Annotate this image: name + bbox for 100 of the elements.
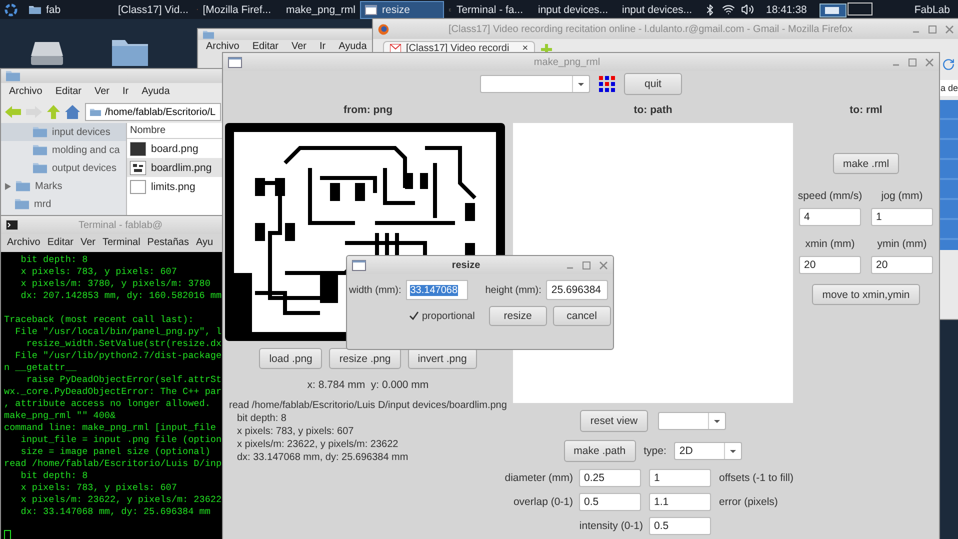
- user-name: FabLab: [914, 4, 950, 16]
- parameter-field[interactable]: 1: [649, 469, 711, 487]
- window-controls-icon: [892, 58, 934, 66]
- proportional-checkbox[interactable]: proportional: [409, 310, 475, 322]
- menu-item[interactable]: Editar: [252, 41, 278, 53]
- folder-icon[interactable]: [112, 38, 148, 66]
- parameter-label: jog (mm): [881, 190, 923, 202]
- menu-item[interactable]: Ir: [122, 86, 129, 98]
- reset-view-button[interactable]: reset view: [580, 410, 648, 432]
- menu-item[interactable]: Archivo: [9, 86, 42, 98]
- taskbar-button[interactable]: input devices...: [612, 0, 696, 18]
- png-button[interactable]: resize .png: [329, 348, 401, 369]
- parameter-field[interactable]: 1.1: [649, 493, 711, 511]
- dialog-title: resize: [450, 260, 482, 270]
- sidebar-item[interactable]: molding and ca: [1, 141, 126, 159]
- terminal-line: command line: make_png_rml [input_file: [4, 422, 218, 434]
- column-heading: to: path: [634, 103, 672, 118]
- terminal-line: Traceback (most recent call last):: [4, 314, 195, 326]
- png-button[interactable]: load .png: [259, 348, 322, 369]
- parameter-field[interactable]: 20: [871, 256, 933, 274]
- taskbar-button[interactable]: make_png_rml: [276, 0, 360, 18]
- sidebar-item[interactable]: mrd: [1, 195, 126, 213]
- parameter-field[interactable]: 1: [871, 208, 933, 226]
- info-text: dx: 33.147068 mm, dy: 25.696384 mm: [236, 451, 410, 464]
- volume-icon[interactable]: [741, 3, 754, 16]
- terminal-line: input_file = input .png file (option: [20, 434, 223, 446]
- window-title: make_png_rml: [532, 56, 602, 68]
- app-menu-icon[interactable]: [2, 2, 20, 16]
- parameter-field[interactable]: 0.5: [649, 517, 711, 535]
- menu-item[interactable]: Editar: [55, 86, 82, 98]
- checkmark-icon: [409, 311, 419, 321]
- taskbar-button[interactable]: input devices...: [528, 0, 612, 18]
- home-icon[interactable]: [65, 105, 80, 119]
- field-label: height (mm):: [485, 284, 542, 296]
- width-field[interactable]: 33.147068: [406, 280, 468, 300]
- folder-icon: [33, 162, 47, 174]
- field-label: width (mm):: [349, 284, 402, 296]
- folder-icon: [203, 30, 214, 39]
- sidebar-item[interactable]: output devices: [1, 159, 126, 177]
- png-button[interactable]: invert .png: [408, 348, 477, 369]
- terminal-line: make_png_rml "" 400&: [4, 410, 117, 422]
- parameter-field[interactable]: 4: [799, 208, 861, 226]
- taskbar-button[interactable]: [Class17] Vid...: [108, 0, 192, 18]
- menu-item[interactable]: Editar: [47, 237, 74, 249]
- workspace-switcher-icon[interactable]: [818, 2, 875, 18]
- menu-item[interactable]: Ver: [80, 237, 96, 249]
- parameter-label: xmin (mm): [805, 238, 855, 250]
- path-field[interactable]: /home/fablab/Escritorio/L: [85, 103, 221, 121]
- menu-item[interactable]: Ver: [94, 86, 110, 98]
- format-dropdown[interactable]: [480, 75, 590, 93]
- sidebar-item[interactable]: Marks: [1, 177, 126, 195]
- file-row[interactable]: boardlim.png: [127, 158, 225, 177]
- parameter-field[interactable]: 0.5: [579, 493, 641, 511]
- dot-grid-icon[interactable]: [598, 75, 616, 93]
- menu-item[interactable]: Ir: [320, 41, 326, 53]
- info-text: x pixels/m: 23622, y pixels/m: 23622: [236, 438, 400, 451]
- terminal-line: dx: 33.147068 mm, dy: 25.696384 mm: [20, 506, 212, 518]
- terminal-line: size = image panel size (optional): [20, 446, 212, 458]
- image-thumbnail: [130, 160, 146, 174]
- view-dropdown[interactable]: [658, 412, 726, 430]
- reload-icon[interactable]: [942, 58, 955, 71]
- terminal-line: wx._core.PyDeadObjectError: The C++ par: [4, 386, 223, 398]
- dialog-button[interactable]: cancel: [552, 306, 611, 326]
- make-path-button[interactable]: make .path: [564, 440, 636, 462]
- taskbar-button[interactable]: fab: [24, 0, 108, 18]
- window-controls-icon: [912, 24, 954, 34]
- move-button[interactable]: move to xmin,ymin: [812, 284, 920, 305]
- taskbar-button[interactable]: resize: [360, 0, 444, 18]
- sidebar-item[interactable]: input devices: [1, 123, 126, 141]
- bluetooth-icon[interactable]: [704, 4, 716, 16]
- menu-item[interactable]: Pestañas: [147, 237, 189, 249]
- menu-item[interactable]: Ayuda: [142, 86, 170, 98]
- folder-icon: [90, 108, 101, 116]
- dialog-button[interactable]: resize: [488, 306, 547, 326]
- window-icon: [228, 56, 242, 68]
- parameter-field[interactable]: 20: [799, 256, 861, 274]
- taskbar-button[interactable]: Terminal - fa...: [444, 0, 528, 18]
- make-rml-button[interactable]: make .rml: [832, 153, 900, 174]
- menu-item[interactable]: Ayuda: [338, 41, 367, 53]
- menu-item[interactable]: Ver: [291, 41, 306, 53]
- plus-icon[interactable]: [541, 44, 552, 55]
- height-field[interactable]: 25.696384: [546, 280, 608, 300]
- expander-icon[interactable]: [5, 182, 11, 190]
- info-text: read /home/fablab/Escritorio/Luis D/input devices/boardlim.png: [229, 399, 507, 412]
- type-dropdown[interactable]: 2D: [674, 442, 742, 460]
- quit-button[interactable]: quit: [624, 73, 682, 95]
- terminal-line: raise PyDeadObjectError(self.attrSt: [25, 374, 223, 386]
- terminal-line: x pixels/m: 23622, y pixels/m: 23622: [20, 494, 223, 506]
- menu-item[interactable]: Archivo: [206, 41, 240, 53]
- terminal-line: x pixels: 783, y pixels: 607: [20, 266, 178, 278]
- menu-item[interactable]: Terminal: [102, 237, 140, 249]
- clock: 18:41:38: [766, 4, 807, 16]
- menu-item[interactable]: Ayu: [196, 237, 214, 249]
- image-thumbnail: [130, 180, 146, 194]
- terminal-line: File "/usr/local/bin/panel_png.py", l: [14, 326, 223, 338]
- taskbar-button[interactable]: [Mozilla Firef...: [192, 0, 276, 18]
- parameter-field[interactable]: 0.25: [579, 469, 641, 487]
- terminal-line: x pixels: 783, y pixels: 607: [20, 482, 178, 494]
- folder-icon: [6, 70, 20, 82]
- menu-item[interactable]: Archivo: [7, 237, 40, 249]
